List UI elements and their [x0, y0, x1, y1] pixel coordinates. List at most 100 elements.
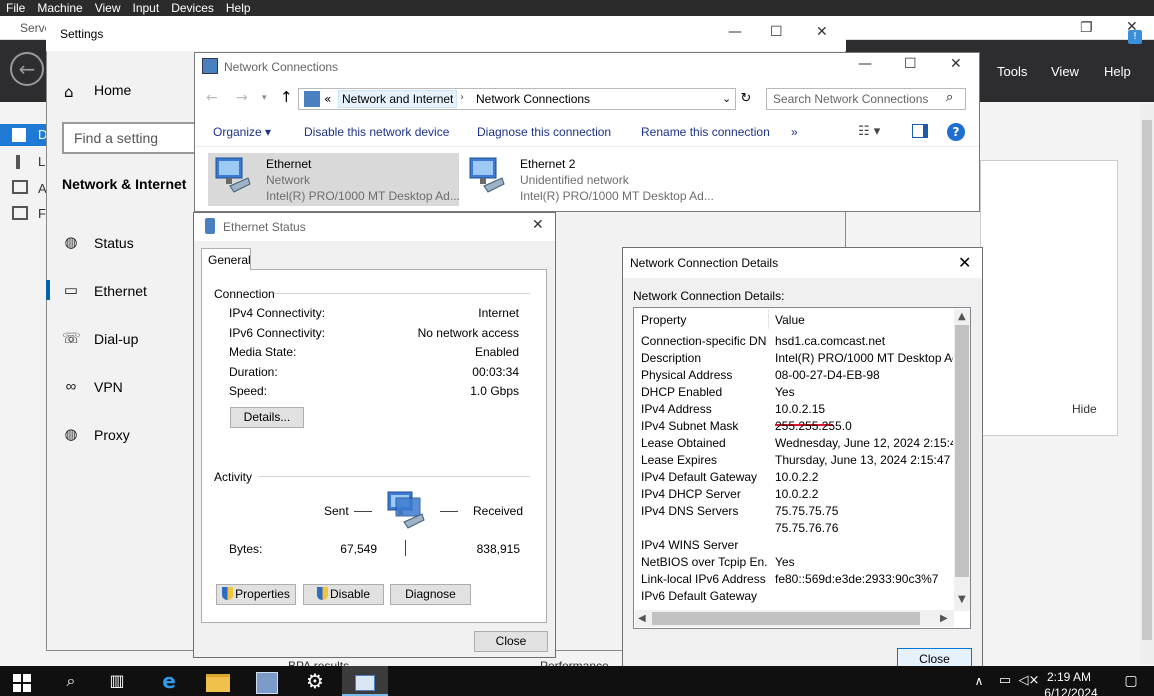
back-arrow-icon[interactable]: ←: [10, 52, 44, 86]
received-dash: [440, 511, 458, 512]
dashboard-icon: [12, 128, 26, 142]
group-divider: [258, 476, 530, 477]
settings-gear-icon[interactable]: ⚙: [302, 670, 328, 692]
uac-shield-icon: [316, 587, 328, 600]
nav-up-icon[interactable]: ↑: [280, 88, 293, 106]
settings-nav-label: VPN: [94, 379, 123, 395]
server-manager-restore-icon[interactable]: ❐: [1080, 20, 1093, 36]
volume-muted-icon[interactable]: ◁×: [1016, 670, 1042, 692]
ethernet-status-close-button[interactable]: Close: [474, 631, 548, 652]
sm-content-panel: [980, 160, 1118, 436]
start-windows-icon[interactable]: [13, 674, 31, 692]
refresh-icon[interactable]: ↻: [737, 88, 755, 110]
breadcrumb-network-internet[interactable]: Network and Internet: [338, 90, 458, 108]
sm-menu-view[interactable]: View: [1051, 64, 1079, 79]
sm-scrollbar-thumb[interactable]: [1142, 120, 1152, 640]
preview-pane-icon[interactable]: [912, 124, 928, 138]
close-icon[interactable]: ✕: [532, 217, 544, 233]
property-cell: IPv6 Default Gateway: [641, 589, 758, 603]
column-header-property[interactable]: Property: [641, 313, 686, 327]
file-explorer-icon[interactable]: [206, 674, 230, 692]
diagnose-command[interactable]: Diagnose this connection: [477, 125, 611, 139]
sm-hide-link[interactable]: Hide: [1072, 402, 1097, 416]
clock-time[interactable]: 2:19 AM: [1044, 670, 1094, 684]
scroll-left-icon[interactable]: ◀: [638, 613, 646, 624]
column-separator[interactable]: [768, 309, 769, 329]
netconn-minimize-icon[interactable]: —: [858, 56, 872, 72]
more-commands[interactable]: »: [791, 125, 798, 139]
properties-button[interactable]: Properties: [216, 584, 296, 605]
view-options-icon[interactable]: ☷ ▾: [858, 124, 880, 139]
vm-menu-file[interactable]: File: [0, 1, 31, 15]
connection-group-label: Connection: [214, 287, 275, 301]
duration-label: Duration:: [229, 365, 278, 379]
column-header-value[interactable]: Value: [775, 313, 805, 327]
chevron-down-icon[interactable]: ⌄: [722, 92, 731, 105]
network-connections-icon: [202, 58, 218, 74]
network-tray-icon[interactable]: ▭: [992, 670, 1018, 692]
sm-menu-help[interactable]: Help: [1104, 64, 1131, 79]
settings-close-icon[interactable]: ✕: [816, 24, 828, 40]
settings-home-link[interactable]: Home: [94, 82, 131, 98]
task-view-icon[interactable]: ▥: [104, 670, 130, 692]
chevron-up-icon[interactable]: ∧: [966, 670, 992, 692]
uac-shield-icon: [222, 587, 234, 600]
speed-label: Speed:: [229, 384, 268, 398]
globe-icon: ◍: [64, 234, 78, 251]
property-cell: IPv4 Default Gateway: [641, 470, 758, 484]
scroll-down-icon[interactable]: ▼: [958, 594, 966, 605]
value-cell: 10.0.2.2: [775, 470, 819, 484]
connection-name[interactable]: Ethernet 2: [520, 157, 575, 171]
nav-back-icon[interactable]: ←: [206, 90, 218, 106]
vertical-scrollbar-thumb[interactable]: [955, 325, 969, 577]
server-manager-icon[interactable]: [256, 672, 278, 694]
settings-nav-dialup[interactable]: ☏ Dial-up: [62, 330, 138, 348]
sm-menu-tools[interactable]: Tools: [997, 64, 1027, 79]
close-icon[interactable]: ✕: [958, 253, 971, 272]
notifications-icon[interactable]: ▢: [1118, 670, 1144, 692]
breadcrumb-network-connections[interactable]: Network Connections: [476, 92, 590, 106]
settings-nav-proxy[interactable]: ◍ Proxy: [62, 426, 129, 444]
disable-button[interactable]: Disable: [303, 584, 384, 605]
vm-menu-machine[interactable]: Machine: [31, 1, 88, 15]
sent-label: Sent: [324, 504, 349, 518]
chevron-right-icon[interactable]: ›: [460, 92, 464, 103]
settings-maximize-icon[interactable]: ☐: [770, 24, 783, 40]
rename-command[interactable]: Rename this connection: [641, 125, 770, 139]
settings-minimize-icon[interactable]: —: [728, 24, 742, 40]
search-icon[interactable]: ⌕: [58, 670, 84, 692]
organize-menu[interactable]: Organize ▾: [213, 125, 271, 139]
diagnose-button[interactable]: Diagnose: [390, 584, 471, 605]
value-cell: Yes: [775, 555, 795, 569]
internet-explorer-icon[interactable]: e: [156, 670, 182, 692]
settings-nav-status[interactable]: ◍ Status: [62, 234, 133, 252]
nav-recent-icon[interactable]: ▾: [262, 93, 267, 103]
horizontal-scrollbar-thumb[interactable]: [652, 612, 920, 625]
vm-menu-help[interactable]: Help: [220, 1, 257, 15]
help-icon[interactable]: ?: [947, 123, 965, 141]
nav-forward-icon[interactable]: →: [236, 90, 248, 106]
vm-menu-input[interactable]: Input: [127, 1, 166, 15]
breadcrumb-overflow[interactable]: «: [324, 92, 331, 106]
disable-device-command[interactable]: Disable this network device: [304, 125, 449, 139]
clock-date[interactable]: 6/12/2024: [1040, 686, 1102, 696]
vm-menubar: File Machine View Input Devices Help: [0, 0, 1154, 16]
settings-nav-ethernet[interactable]: ▭ Ethernet: [62, 282, 147, 300]
network-activity-icon: [387, 491, 425, 529]
scroll-up-icon[interactable]: ▲: [958, 311, 966, 322]
vm-menu-view[interactable]: View: [89, 1, 127, 15]
search-icon[interactable]: ⌕: [946, 90, 953, 105]
details-button[interactable]: Details...: [230, 407, 304, 428]
tab-general[interactable]: General: [201, 248, 251, 270]
settings-nav-vpn[interactable]: ∞ VPN: [62, 378, 123, 396]
netconn-maximize-icon[interactable]: ☐: [904, 56, 917, 72]
vm-menu-devices[interactable]: Devices: [165, 1, 220, 15]
search-input[interactable]: Search Network Connections: [766, 88, 966, 110]
ipv4-connectivity-value: Internet: [478, 306, 519, 320]
netconn-close-icon[interactable]: ✕: [950, 56, 962, 72]
all-servers-icon: [12, 180, 28, 194]
property-cell: Description: [641, 351, 702, 365]
scroll-right-icon[interactable]: ▶: [940, 613, 948, 624]
notification-flag-icon[interactable]: !: [1128, 30, 1142, 44]
settings-search-input[interactable]: Find a setting: [62, 122, 198, 154]
